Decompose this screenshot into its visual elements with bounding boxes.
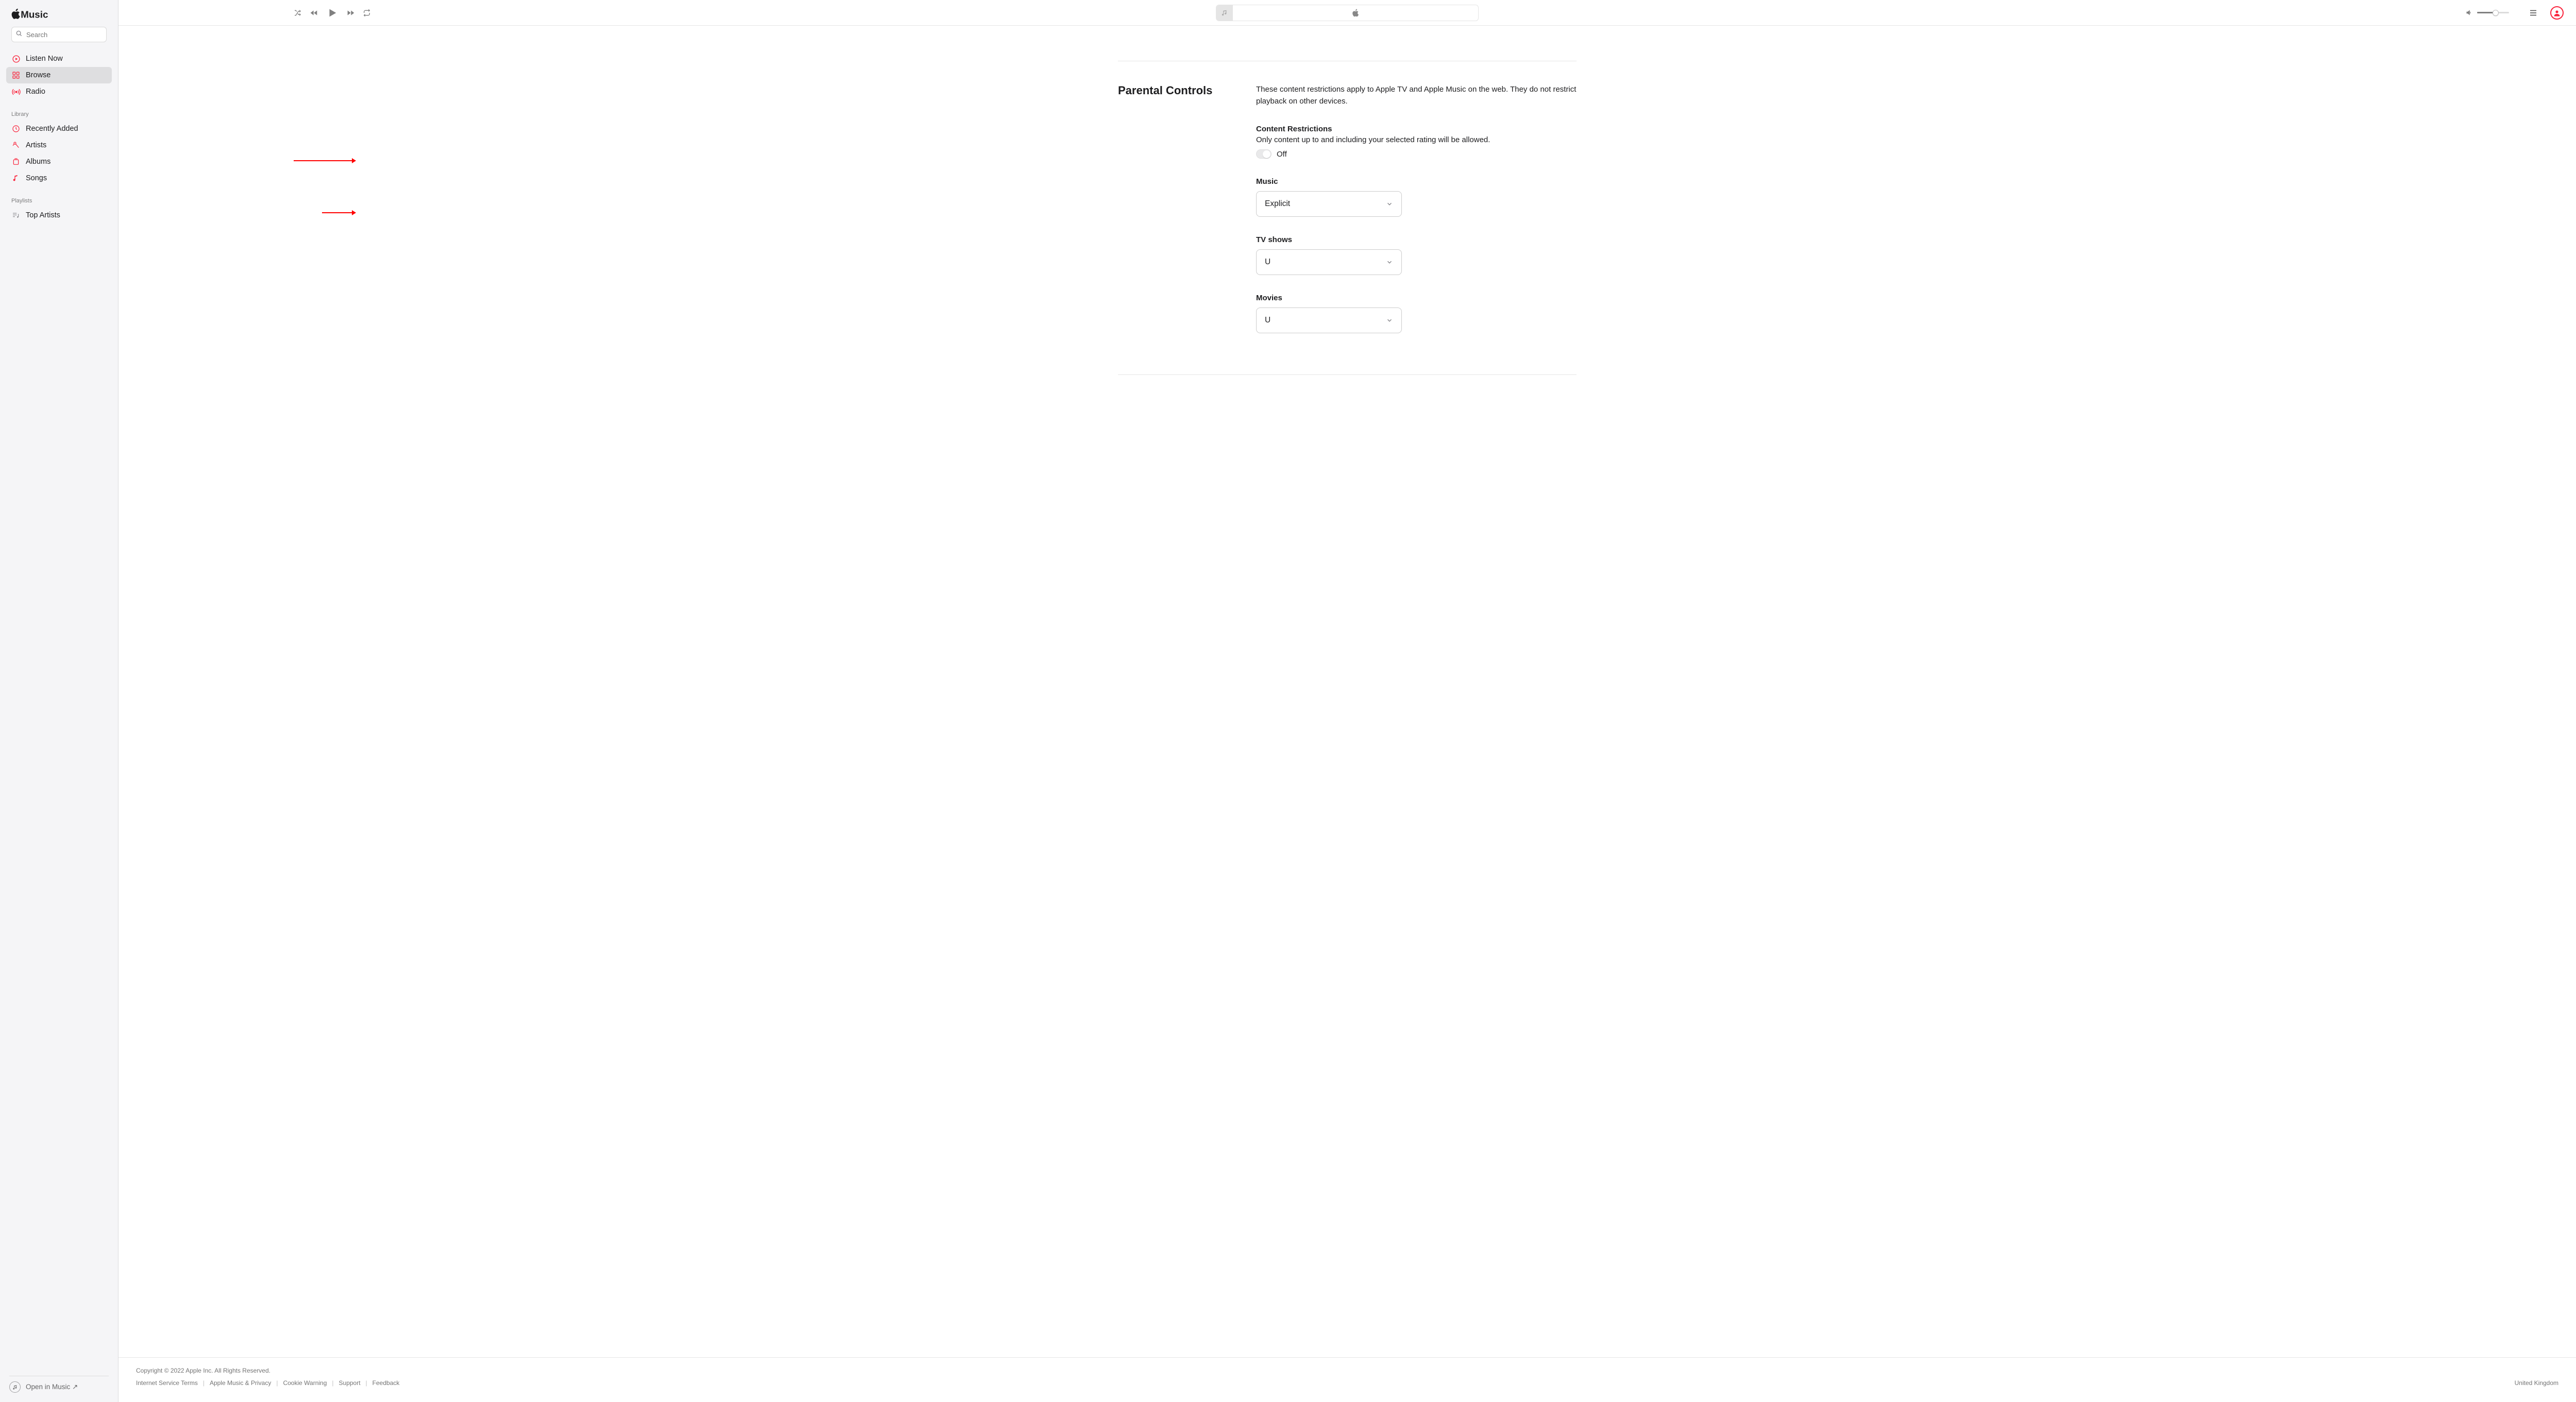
copyright-suffix: All Rights Reserved.	[213, 1367, 270, 1374]
content-restrictions-subtext: Only content up to and including your se…	[1256, 135, 1577, 144]
repeat-button[interactable]	[363, 9, 371, 17]
mic-icon	[11, 141, 21, 149]
sidebar-item-label: Albums	[26, 158, 50, 166]
main-pane: Parental Controls These content restrict…	[118, 0, 2576, 1402]
sidebar-item-listen-now[interactable]: Listen Now	[6, 50, 112, 67]
sidebar-item-playlist[interactable]: Top Artists	[6, 207, 112, 224]
footer-link[interactable]: Feedback	[372, 1379, 400, 1387]
shuffle-button[interactable]	[294, 9, 302, 17]
content-restrictions-state: Off	[1277, 150, 1287, 159]
movies-rating-select[interactable]: U	[1256, 307, 1402, 333]
previous-button[interactable]	[309, 9, 319, 17]
sidebar-item-albums[interactable]: Albums	[6, 153, 112, 170]
volume-icon	[2465, 9, 2473, 16]
section-heading-library: Library	[6, 104, 112, 121]
sidebar-item-label: Artists	[26, 141, 46, 149]
tv-rating-value: U	[1265, 258, 1270, 267]
sidebar-item-recently-added[interactable]: Recently Added	[6, 121, 112, 137]
annotation-arrow	[294, 160, 355, 161]
sidebar-item-label: Top Artists	[26, 211, 60, 219]
volume-slider[interactable]	[2477, 12, 2509, 13]
section-description: These content restrictions apply to Appl…	[1256, 84, 1577, 107]
music-rating-label: Music	[1256, 177, 1577, 186]
grid-icon	[11, 71, 21, 79]
clock-icon	[11, 125, 21, 133]
music-note-icon	[9, 1381, 21, 1393]
tv-rating-select[interactable]: U	[1256, 249, 1402, 275]
content-restrictions-toggle[interactable]	[1256, 149, 1272, 159]
section-title: Parental Controls	[1118, 84, 1256, 344]
chevron-down-icon	[1386, 317, 1393, 324]
sidebar: Music Listen Now Browse Radio	[0, 0, 118, 1402]
music-rating-value: Explicit	[1265, 199, 1290, 209]
page-footer: Copyright © 2022 Apple Inc. All Rights R…	[118, 1357, 2576, 1402]
sidebar-item-label: Songs	[26, 174, 47, 182]
music-rating-select[interactable]: Explicit	[1256, 191, 1402, 217]
next-button[interactable]	[345, 9, 355, 17]
search-icon	[15, 30, 23, 40]
chevron-down-icon	[1386, 200, 1393, 208]
playlist-icon	[11, 211, 21, 219]
section-heading-playlists: Playlists	[6, 191, 112, 207]
album-icon	[11, 158, 21, 166]
footer-link[interactable]: Cookie Warning	[283, 1379, 327, 1387]
app-logo[interactable]: Music	[0, 6, 118, 27]
copyright-text: Copyright © 2022	[136, 1367, 185, 1374]
footer-link[interactable]: Internet Service Terms	[136, 1379, 198, 1387]
svg-text:Music: Music	[21, 9, 48, 20]
account-button[interactable]	[2550, 6, 2564, 20]
apple-icon	[12, 9, 20, 19]
footer-link[interactable]: Apple Music & Privacy	[210, 1379, 271, 1387]
sidebar-item-label: Recently Added	[26, 125, 78, 133]
apple-icon	[1352, 9, 1359, 17]
play-circle-icon	[11, 55, 21, 63]
now-playing-lcd[interactable]	[1216, 5, 1479, 21]
volume-control[interactable]	[2465, 9, 2509, 16]
content-restrictions-heading: Content Restrictions	[1256, 125, 1577, 133]
now-playing-artwork-placeholder	[1216, 5, 1233, 21]
company-link[interactable]: Apple Inc.	[185, 1367, 213, 1374]
sidebar-item-songs[interactable]: Songs	[6, 170, 112, 186]
movies-rating-value: U	[1265, 316, 1270, 325]
parental-controls-section: Parental Controls These content restrict…	[1118, 61, 1577, 374]
queue-button[interactable]	[2529, 8, 2538, 18]
movies-rating-label: Movies	[1256, 294, 1577, 302]
chevron-down-icon	[1386, 259, 1393, 266]
note-icon	[11, 174, 21, 182]
play-button[interactable]	[327, 7, 338, 19]
sidebar-item-radio[interactable]: Radio	[6, 83, 112, 100]
broadcast-icon	[11, 88, 21, 96]
annotation-arrow	[322, 212, 355, 213]
sidebar-item-browse[interactable]: Browse	[6, 67, 112, 83]
now-playing-center	[1233, 5, 1478, 21]
region-selector[interactable]: United Kingdom	[2515, 1379, 2558, 1387]
footer-link[interactable]: Support	[339, 1379, 361, 1387]
sidebar-item-label: Listen Now	[26, 55, 63, 63]
open-in-music-button[interactable]: Open in Music ↗	[9, 1381, 109, 1393]
search-input[interactable]	[11, 27, 107, 42]
tv-rating-label: TV shows	[1256, 235, 1577, 244]
person-icon	[2553, 9, 2561, 17]
sidebar-item-label: Radio	[26, 88, 45, 96]
open-in-music-label: Open in Music ↗	[26, 1383, 78, 1391]
sidebar-item-artists[interactable]: Artists	[6, 137, 112, 153]
top-bar	[118, 0, 2576, 26]
sidebar-item-label: Browse	[26, 71, 50, 79]
